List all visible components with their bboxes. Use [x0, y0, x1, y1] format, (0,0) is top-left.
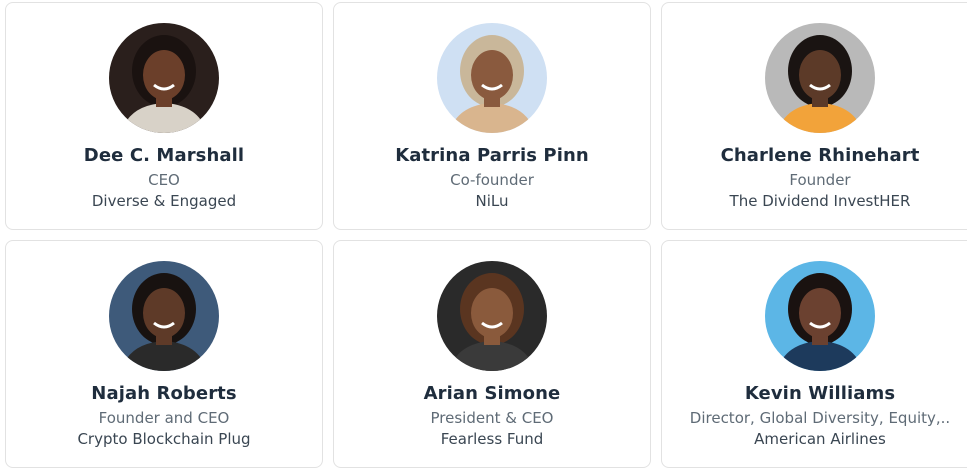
person-photo-icon: [109, 23, 219, 133]
speaker-name: Dee C. Marshall: [83, 145, 245, 166]
speaker-card[interactable]: Arian Simone President & CEO Fearless Fu…: [333, 240, 651, 468]
speaker-company: NiLu: [475, 192, 509, 210]
speaker-name: Kevin Williams: [744, 383, 896, 404]
speaker-title: President & CEO: [430, 409, 554, 427]
speaker-card[interactable]: Charlene Rhinehart Founder The Dividend …: [661, 2, 967, 230]
person-photo-icon: [765, 261, 875, 371]
speaker-name: Charlene Rhinehart: [720, 145, 920, 166]
speaker-title: Co-founder: [450, 171, 534, 189]
avatar: [109, 261, 219, 371]
speaker-card[interactable]: Najah Roberts Founder and CEO Crypto Blo…: [5, 240, 323, 468]
speaker-name: Katrina Parris Pinn: [395, 145, 589, 166]
person-photo-icon: [437, 261, 547, 371]
speaker-title: Director, Global Diversity, Equity,..: [689, 409, 951, 427]
speaker-company: American Airlines: [754, 430, 886, 448]
speaker-card[interactable]: Kevin Williams Director, Global Diversit…: [661, 240, 967, 468]
speaker-grid: Dee C. Marshall CEO Diverse & Engaged Ka…: [5, 2, 967, 468]
speaker-title: Founder and CEO: [98, 409, 230, 427]
speaker-title: Founder: [789, 171, 851, 189]
avatar: [109, 23, 219, 133]
speaker-company: Crypto Blockchain Plug: [77, 430, 251, 448]
person-photo-icon: [765, 23, 875, 133]
speaker-company: Fearless Fund: [440, 430, 544, 448]
speaker-company: The Dividend InvestHER: [729, 192, 911, 210]
avatar: [765, 23, 875, 133]
speaker-card[interactable]: Katrina Parris Pinn Co-founder NiLu: [333, 2, 651, 230]
avatar: [437, 261, 547, 371]
avatar: [437, 23, 547, 133]
speaker-card[interactable]: Dee C. Marshall CEO Diverse & Engaged: [5, 2, 323, 230]
avatar: [765, 261, 875, 371]
speaker-name: Arian Simone: [423, 383, 561, 404]
person-photo-icon: [437, 23, 547, 133]
speaker-title: CEO: [148, 171, 180, 189]
speaker-company: Diverse & Engaged: [91, 192, 237, 210]
speaker-name: Najah Roberts: [91, 383, 237, 404]
person-photo-icon: [109, 261, 219, 371]
